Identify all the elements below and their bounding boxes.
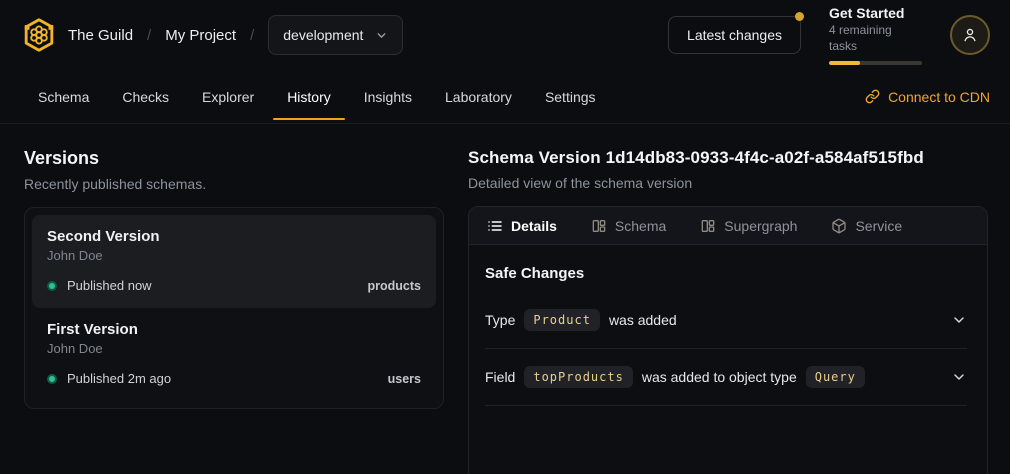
version-detail-panel: Schema Version 1d14db83-0933-4f4c-a02f-a… — [468, 124, 988, 474]
user-icon — [961, 26, 979, 44]
code-badge: Query — [806, 366, 865, 388]
version-list-item[interactable]: First Version John Doe Published 2m ago … — [32, 308, 436, 401]
get-started-widget[interactable]: Get Started 4 remaining tasks — [829, 5, 922, 66]
detail-tab-details[interactable]: Details — [487, 207, 557, 244]
hive-logo-icon[interactable] — [20, 16, 58, 54]
target-selector[interactable]: development — [268, 15, 403, 55]
version-published: Published 2m ago — [67, 371, 171, 386]
columns-icon — [700, 218, 716, 234]
detail-body: Safe Changes Type Product was added — [469, 245, 987, 406]
changes-list: Type Product was added Field topProducts — [485, 292, 967, 406]
version-list-item[interactable]: Second Version John Doe Published now pr… — [32, 215, 436, 308]
version-name: Second Version — [47, 228, 421, 245]
columns-icon — [591, 218, 607, 234]
version-author: John Doe — [47, 248, 421, 263]
versions-list: Second Version John Doe Published now pr… — [24, 207, 444, 409]
tab-checks[interactable]: Checks — [108, 70, 183, 123]
tab-explorer[interactable]: Explorer — [188, 70, 268, 123]
versions-subtitle: Recently published schemas. — [24, 176, 444, 192]
change-text: was added to object type — [642, 369, 797, 385]
change-text: was added — [609, 312, 677, 328]
top-header: The Guild / My Project / development Lat… — [0, 0, 1010, 70]
detail-tab-supergraph[interactable]: Supergraph — [700, 207, 797, 244]
change-text: Field — [485, 369, 515, 385]
change-text: Type — [485, 312, 515, 328]
app-root: The Guild / My Project / development Lat… — [0, 0, 1010, 474]
breadcrumb-separator: / — [147, 27, 151, 44]
cube-icon — [831, 218, 847, 234]
get-started-subtitle: 4 remaining tasks — [829, 23, 922, 54]
change-description: Field topProducts was added to object ty… — [485, 366, 865, 388]
connect-to-cdn-label: Connect to CDN — [888, 89, 990, 105]
chevron-down-icon[interactable] — [951, 312, 967, 328]
detail-tab-label: Service — [855, 218, 902, 234]
version-detail-subtitle: Detailed view of the schema version — [468, 175, 988, 191]
header-right-group: Latest changes Get Started 4 remaining t… — [668, 5, 990, 66]
change-row[interactable]: Type Product was added — [485, 292, 967, 349]
version-name: First Version — [47, 321, 421, 338]
code-badge: topProducts — [524, 366, 632, 388]
published-status-icon — [47, 281, 57, 291]
breadcrumb-project[interactable]: My Project — [165, 27, 236, 44]
code-badge: Product — [524, 309, 600, 331]
detail-tab-label: Details — [511, 218, 557, 234]
detail-tab-label: Supergraph — [724, 218, 797, 234]
tab-insights[interactable]: Insights — [350, 70, 426, 123]
change-row[interactable]: Field topProducts was added to object ty… — [485, 349, 967, 406]
list-icon — [487, 218, 503, 234]
detail-tab-service[interactable]: Service — [831, 207, 902, 244]
detail-tabs: Details Schema — [469, 207, 987, 245]
tab-history[interactable]: History — [273, 70, 345, 123]
versions-title: Versions — [24, 148, 444, 169]
chevron-down-icon[interactable] — [951, 369, 967, 385]
version-service-name: users — [388, 372, 421, 386]
safe-changes-heading: Safe Changes — [485, 265, 967, 282]
link-icon — [865, 89, 880, 104]
version-published: Published now — [67, 278, 152, 293]
tab-laboratory[interactable]: Laboratory — [431, 70, 526, 123]
target-selector-value: development — [283, 27, 363, 43]
versions-panel: Versions Recently published schemas. Sec… — [24, 124, 444, 409]
version-service-name: products — [368, 279, 421, 293]
user-avatar[interactable] — [950, 15, 990, 55]
detail-tab-label: Schema — [615, 218, 666, 234]
latest-changes-label: Latest changes — [687, 27, 782, 43]
published-status-icon — [47, 374, 57, 384]
breadcrumb-separator: / — [250, 27, 254, 44]
breadcrumb-org[interactable]: The Guild — [68, 27, 133, 44]
notification-dot — [795, 12, 804, 21]
version-author: John Doe — [47, 341, 421, 356]
change-description: Type Product was added — [485, 309, 677, 331]
version-detail-card: Details Schema — [468, 206, 988, 474]
tab-settings[interactable]: Settings — [531, 70, 610, 123]
detail-tab-schema[interactable]: Schema — [591, 207, 666, 244]
version-detail-title: Schema Version 1d14db83-0933-4f4c-a02f-a… — [468, 148, 988, 168]
get-started-progressbar — [829, 61, 922, 65]
get-started-progress-fill — [829, 61, 860, 65]
chevron-down-icon — [375, 29, 388, 42]
connect-to-cdn-link[interactable]: Connect to CDN — [865, 70, 990, 123]
main-nav: Schema Checks Explorer History Insights … — [0, 70, 1010, 124]
tab-schema[interactable]: Schema — [24, 70, 103, 123]
breadcrumb: The Guild / My Project / development — [68, 15, 403, 55]
get-started-title: Get Started — [829, 5, 922, 23]
latest-changes-button[interactable]: Latest changes — [668, 16, 801, 54]
